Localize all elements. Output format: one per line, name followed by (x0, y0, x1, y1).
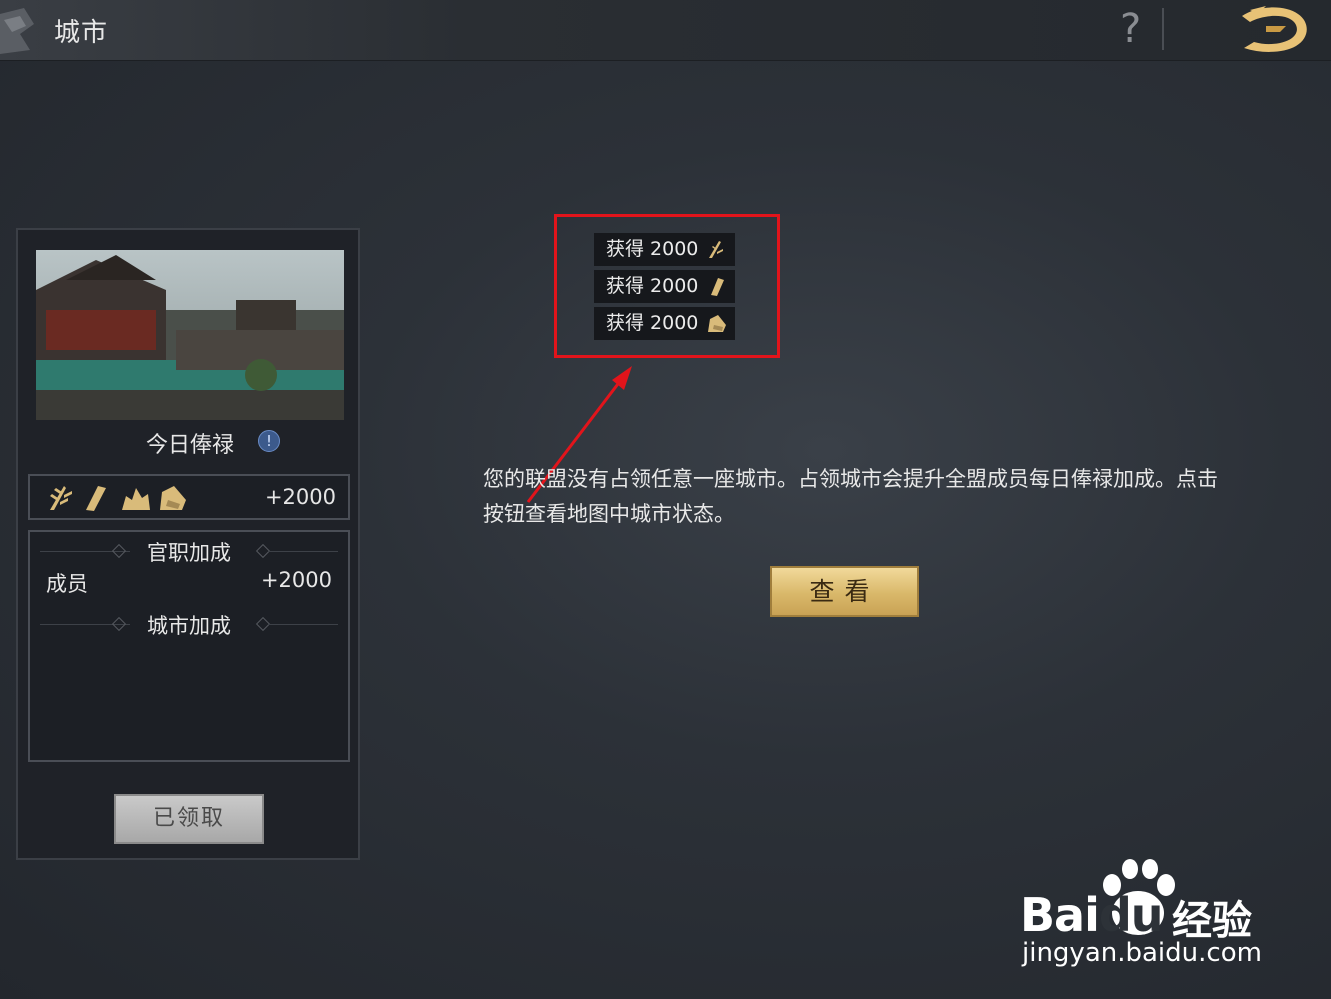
member-label: 成员 (46, 572, 88, 596)
city-bonus-header: 城市加成 (30, 609, 348, 639)
top-bar: 城市 ? (0, 0, 1331, 61)
stone-icon (122, 488, 150, 510)
grain-icon (709, 241, 723, 258)
salary-title: 今日俸禄 (145, 433, 234, 458)
alliance-message: 您的联盟没有占领任意一座城市。占领城市会提升全盟成员每日俸禄加成。点击按钮查看地… (483, 467, 1218, 526)
wood-icon (711, 278, 724, 296)
wood-icon (86, 486, 106, 511)
emblem-icon (0, 8, 34, 54)
grain-icon (50, 486, 72, 510)
official-bonus-title: 官职加成 (147, 541, 231, 565)
help-icon[interactable]: ? (1120, 6, 1141, 52)
resource-icons (50, 486, 186, 511)
reward-item: 获得 2000 (594, 270, 735, 303)
official-bonus-header: 官职加成 (30, 536, 348, 566)
watermark-brand: Baidu (1020, 888, 1164, 942)
claimed-button[interactable]: 已领取 (114, 794, 264, 844)
watermark-url: jingyan.baidu.com (1022, 938, 1262, 968)
member-value: +2000 (260, 568, 332, 592)
divider (1162, 8, 1164, 50)
iron-icon (708, 315, 726, 332)
city-salary-panel: 今日俸禄 ! +2000 官职加成 成员 +2000 城市加成 已领取 (16, 228, 360, 860)
resource-total: +2000 (264, 485, 336, 509)
page-title: 城市 (54, 18, 109, 48)
iron-icon (160, 486, 186, 510)
resource-row: +2000 (28, 474, 350, 520)
view-button[interactable]: 查看 (770, 566, 919, 617)
city-bonus-title: 城市加成 (147, 614, 231, 638)
dragon-back-icon[interactable] (1236, 4, 1312, 56)
city-image (36, 250, 344, 420)
reward-item: 获得 2000 (594, 233, 735, 266)
reward-item: 获得 2000 (594, 307, 735, 340)
bonus-box: 官职加成 成员 +2000 城市加成 (28, 530, 350, 762)
info-icon[interactable]: ! (258, 430, 280, 452)
